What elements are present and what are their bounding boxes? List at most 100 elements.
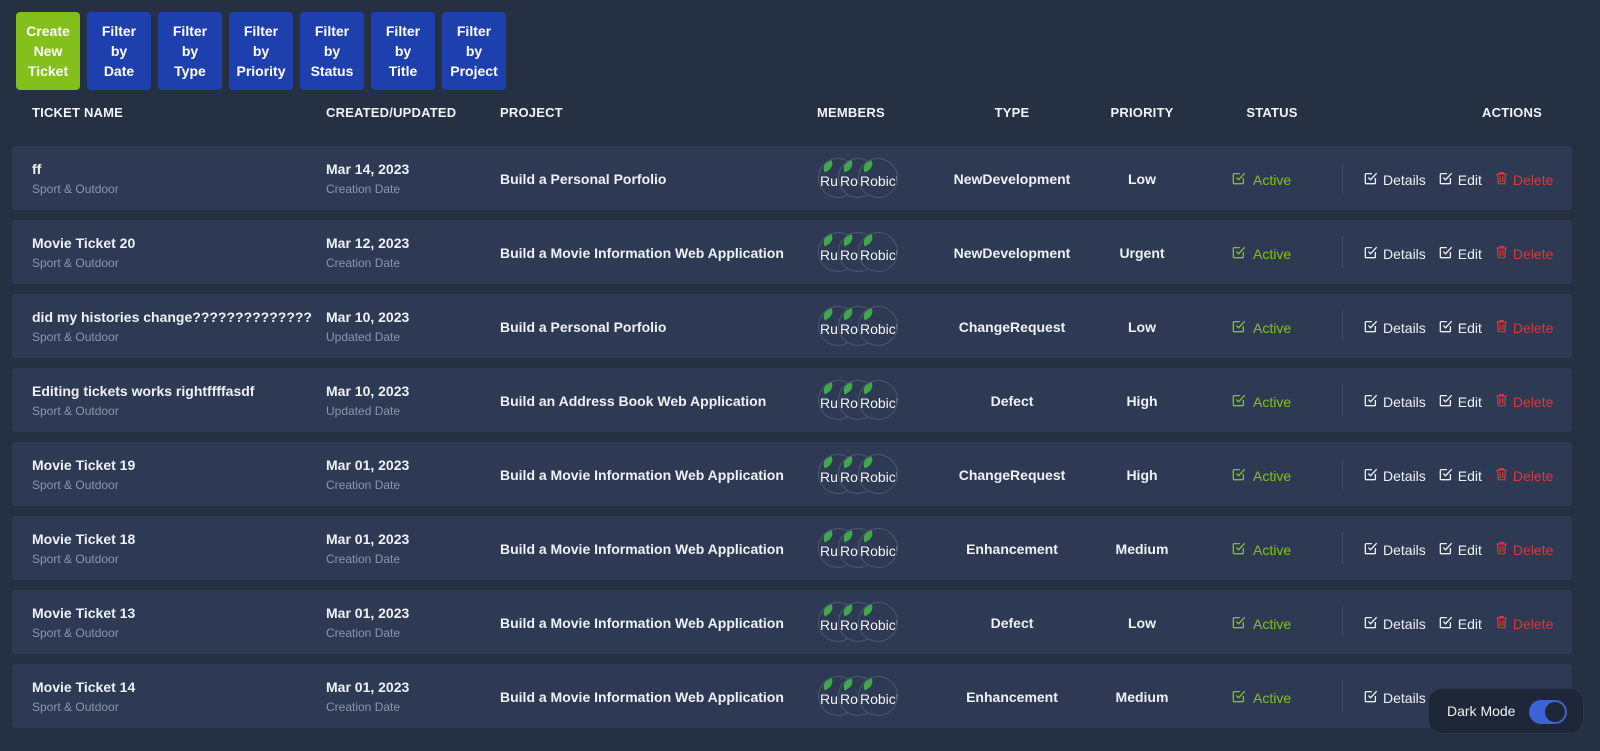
avatar-alt-text: Ro: [840, 247, 858, 263]
filter-by-status-button[interactable]: Filter by Status: [300, 12, 364, 90]
member-avatars: RuRoRobick: [818, 306, 908, 346]
avatar-alt-text: Ro: [840, 543, 858, 559]
edit-button[interactable]: Edit: [1439, 171, 1482, 188]
member-avatar[interactable]: Robick: [858, 380, 898, 420]
details-button[interactable]: Details: [1364, 467, 1426, 484]
filter-by-project-button[interactable]: Filter by Project: [442, 12, 506, 90]
ticket-category: Sport & Outdoor: [32, 330, 119, 344]
ticket-category: Sport & Outdoor: [32, 478, 119, 492]
member-avatar[interactable]: Robick: [858, 306, 898, 346]
status-label: Active: [1253, 467, 1292, 484]
edit-button[interactable]: Edit: [1439, 319, 1482, 336]
delete-button[interactable]: Delete: [1495, 467, 1553, 484]
trash-icon: [1495, 319, 1508, 336]
ticket-name[interactable]: Movie Ticket 18: [32, 531, 135, 547]
member-avatar[interactable]: Robick: [858, 528, 898, 568]
avatar-alt-text: Ru: [820, 247, 838, 263]
details-button[interactable]: Details: [1364, 319, 1426, 336]
details-button[interactable]: Details: [1364, 689, 1426, 706]
ticket-date: Mar 01, 2023: [326, 457, 410, 473]
ticket-name[interactable]: Movie Ticket 13: [32, 605, 135, 621]
trash-icon: [1495, 467, 1508, 484]
ticket-name[interactable]: did my histories change??????????????: [32, 309, 312, 325]
ticket-name[interactable]: ff: [32, 161, 41, 177]
details-label: Details: [1383, 171, 1426, 188]
details-button[interactable]: Details: [1364, 245, 1426, 262]
member-avatar[interactable]: Robick: [858, 232, 898, 272]
member-avatar[interactable]: Robick: [858, 454, 898, 494]
ticket-category: Sport & Outdoor: [32, 552, 119, 566]
row-actions: Details Edit Delete: [1364, 467, 1553, 484]
divider: [1342, 606, 1343, 638]
delete-button[interactable]: Delete: [1495, 615, 1553, 632]
avatar-alt-text: Ru: [820, 321, 838, 337]
ticket-name[interactable]: Movie Ticket 19: [32, 457, 135, 473]
ticket-category: Sport & Outdoor: [32, 626, 119, 640]
details-label: Details: [1383, 393, 1426, 410]
details-label: Details: [1383, 319, 1426, 336]
delete-label: Delete: [1512, 245, 1554, 262]
details-button[interactable]: Details: [1364, 615, 1426, 632]
edit-label: Edit: [1457, 393, 1482, 410]
delete-label: Delete: [1512, 171, 1554, 188]
dark-mode-toggle[interactable]: [1529, 700, 1567, 724]
edit-button[interactable]: Edit: [1439, 467, 1482, 484]
edit-label: Edit: [1457, 615, 1482, 632]
delete-button[interactable]: Delete: [1495, 171, 1553, 188]
status-label: Active: [1253, 319, 1292, 336]
edit-square-icon: [1364, 541, 1378, 558]
delete-button[interactable]: Delete: [1495, 393, 1553, 410]
check-square-icon: [1232, 689, 1246, 706]
edit-button[interactable]: Edit: [1439, 615, 1482, 632]
edit-button[interactable]: Edit: [1439, 541, 1482, 558]
delete-button[interactable]: Delete: [1495, 541, 1553, 558]
details-button[interactable]: Details: [1364, 171, 1426, 188]
edit-label: Edit: [1457, 541, 1482, 558]
edit-label: Edit: [1457, 467, 1482, 484]
row-actions: Details Edit Delete: [1364, 171, 1553, 188]
ticket-list: ff Sport & Outdoor Mar 14, 2023 Creation Da…: [12, 146, 1572, 738]
edit-label: Edit: [1457, 245, 1482, 262]
details-button[interactable]: Details: [1364, 393, 1426, 410]
member-avatars: RuRoRobick: [818, 232, 908, 272]
ticket-project: Build a Personal Porfolio: [500, 171, 667, 187]
edit-square-icon: [1439, 171, 1453, 188]
status-label: Active: [1253, 615, 1292, 632]
ticket-name[interactable]: Movie Ticket 20: [32, 235, 135, 251]
filter-by-type-button[interactable]: Filter by Type: [158, 12, 222, 90]
row-actions: Details Edit Delete: [1364, 615, 1553, 632]
delete-button[interactable]: Delete: [1495, 245, 1553, 262]
ticket-name[interactable]: Movie Ticket 14: [32, 679, 135, 695]
member-avatar[interactable]: Robick: [858, 602, 898, 642]
filter-by-title-button[interactable]: Filter by Title: [371, 12, 435, 90]
member-avatars: RuRoRobick: [818, 380, 908, 420]
member-avatar[interactable]: Robick: [858, 676, 898, 716]
check-square-icon: [1232, 467, 1246, 484]
header-created-updated: CREATED/UPDATED: [326, 105, 457, 120]
filter-by-date-button[interactable]: Filter by Date: [87, 12, 151, 90]
ticket-name[interactable]: Editing tickets works rightffffasdf: [32, 383, 254, 399]
ticket-date-kind: Creation Date: [326, 626, 401, 640]
avatar-alt-text: Robick: [860, 617, 897, 633]
create-new-ticket-button[interactable]: Create New Ticket: [16, 12, 80, 90]
ticket-date-kind: Creation Date: [326, 478, 401, 492]
ticket-project: Build a Movie Information Web Applicatio…: [500, 541, 784, 557]
member-avatar[interactable]: Robick: [858, 158, 898, 198]
divider: [1342, 532, 1343, 564]
ticket-project: Build a Movie Information Web Applicatio…: [500, 467, 784, 483]
ticket-priority: High: [1126, 393, 1158, 409]
ticket-priority: Urgent: [1119, 245, 1165, 261]
filter-by-priority-button[interactable]: Filter by Priority: [229, 12, 293, 90]
leaf-icon: [820, 159, 836, 173]
details-button[interactable]: Details: [1364, 541, 1426, 558]
edit-button[interactable]: Edit: [1439, 245, 1482, 262]
status-label: Active: [1253, 541, 1292, 558]
avatar-alt-text: Ru: [820, 395, 838, 411]
leaf-icon: [820, 233, 836, 247]
edit-button[interactable]: Edit: [1439, 393, 1482, 410]
delete-button[interactable]: Delete: [1495, 319, 1553, 336]
table-row: Movie Ticket 19 Sport & Outdoor Mar 01, 20…: [12, 442, 1572, 506]
dark-mode-label: Dark Mode: [1447, 703, 1516, 719]
leaf-icon: [820, 603, 836, 617]
table-row: ff Sport & Outdoor Mar 14, 2023 Creation Da…: [12, 146, 1572, 210]
